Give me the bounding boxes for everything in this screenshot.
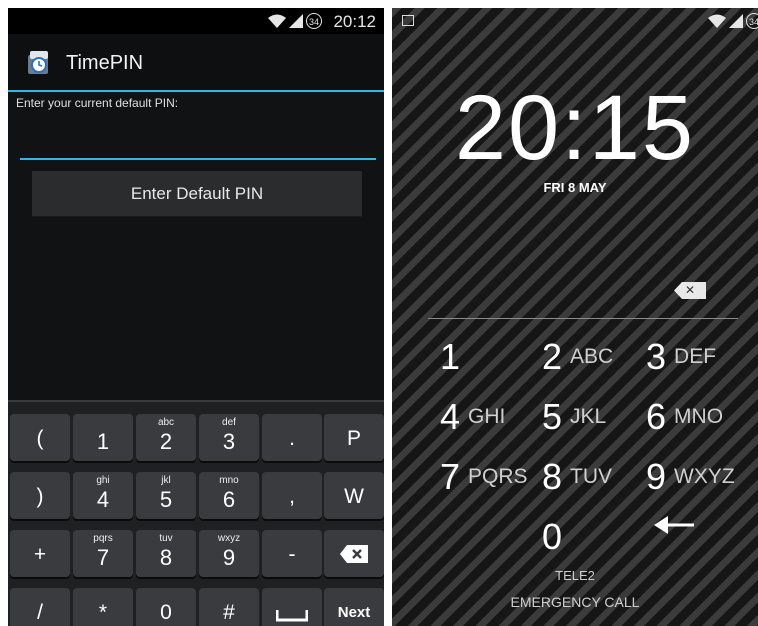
pin-prompt: Enter your current default PIN: [16,96,179,110]
battery-badge: 34 [746,13,758,29]
key-period[interactable]: . [262,414,322,461]
key-w[interactable]: W [324,472,384,519]
pad-key-3[interactable]: 3 DEF [646,336,716,378]
gallery-notification-icon [402,15,414,26]
key-8[interactable]: tuv 8 [136,530,196,577]
backspace-icon [340,545,368,563]
carrier-label: TELE2 [555,568,595,583]
key-4[interactable]: ghi 4 [73,472,133,519]
key-2[interactable]: abc 2 [136,414,196,461]
pad-key-5[interactable]: 5 JKL [542,396,606,438]
key-p[interactable]: P [324,414,384,461]
lock-date: FRI 8 MAY [543,180,607,195]
pad-key-0[interactable]: 0 [542,516,570,558]
key-space[interactable] [262,588,322,626]
key-backspace[interactable] [324,530,384,577]
key-6[interactable]: mno 6 [199,472,259,519]
key-3[interactable]: def 3 [199,414,259,461]
default-pin-input[interactable] [20,132,376,160]
status-time: 20:12 [333,12,376,31]
pad-key-9[interactable]: 9 WXYZ [646,456,735,498]
lock-clock: 20:15 [454,77,696,179]
key-comma[interactable]: , [262,472,322,519]
key-open-paren[interactable]: ( [10,414,70,461]
keypad-divider [428,318,738,319]
key-close-paren[interactable]: ) [10,472,70,519]
pin-delete-button[interactable]: ✕ [674,282,706,299]
numeric-keyboard: ( 1 abc 2 def 3 . P ) ghi 4 jkl 5 mno 6 , W +… [8,400,384,626]
wifi-icon [268,14,286,28]
key-asterisk[interactable]: * [73,588,133,626]
key-next[interactable]: Next [324,588,384,626]
battery-badge: 34 [306,13,322,29]
app-title: TimePIN [66,52,144,74]
pad-key-4[interactable]: 4 GHI [440,396,505,438]
lock-status-bar: 34 [392,8,758,34]
key-1[interactable]: 1 [73,414,133,461]
key-minus[interactable]: - [262,530,322,577]
wifi-icon [708,14,726,28]
pad-key-2[interactable]: 2 ABC [542,336,613,378]
key-slash[interactable]: / [10,588,70,626]
key-0[interactable]: 0 [136,588,196,626]
pad-key-1[interactable]: 1 [440,336,468,378]
key-7[interactable]: pqrs 7 [73,530,133,577]
lock-status-icons: 34 [708,13,758,29]
delete-x-icon: ✕ [684,283,696,297]
action-bar: TimePIN [8,34,384,92]
lock-screen: 34 20:15 FRI 8 MAY ✕ 1 2 ABC 3 DEF 4 GHI 5J… [392,8,758,626]
signal-icon [729,14,743,28]
timepin-app-icon [28,51,48,74]
signal-icon [289,14,303,28]
pad-key-8[interactable]: 8 TUV [542,456,612,498]
key-plus[interactable]: + [10,530,70,577]
status-bar: 34 20:12 [8,8,384,34]
pad-key-7[interactable]: 7 PQRS [440,456,528,498]
pad-key-6[interactable]: 6 MNO [646,396,723,438]
emergency-call-button[interactable]: EMERGENCY CALL [392,594,758,610]
key-hash[interactable]: # [199,588,259,626]
enter-default-pin-button[interactable]: Enter Default PIN [32,171,362,217]
key-5[interactable]: jkl 5 [136,472,196,519]
key-9[interactable]: wxyz 9 [199,530,259,577]
space-icon [276,610,308,622]
status-icons: 34 [268,13,322,29]
enter-arrow-icon[interactable] [652,514,696,536]
timepin-screen: 34 20:12 TimePIN Enter your current defa… [8,8,384,626]
